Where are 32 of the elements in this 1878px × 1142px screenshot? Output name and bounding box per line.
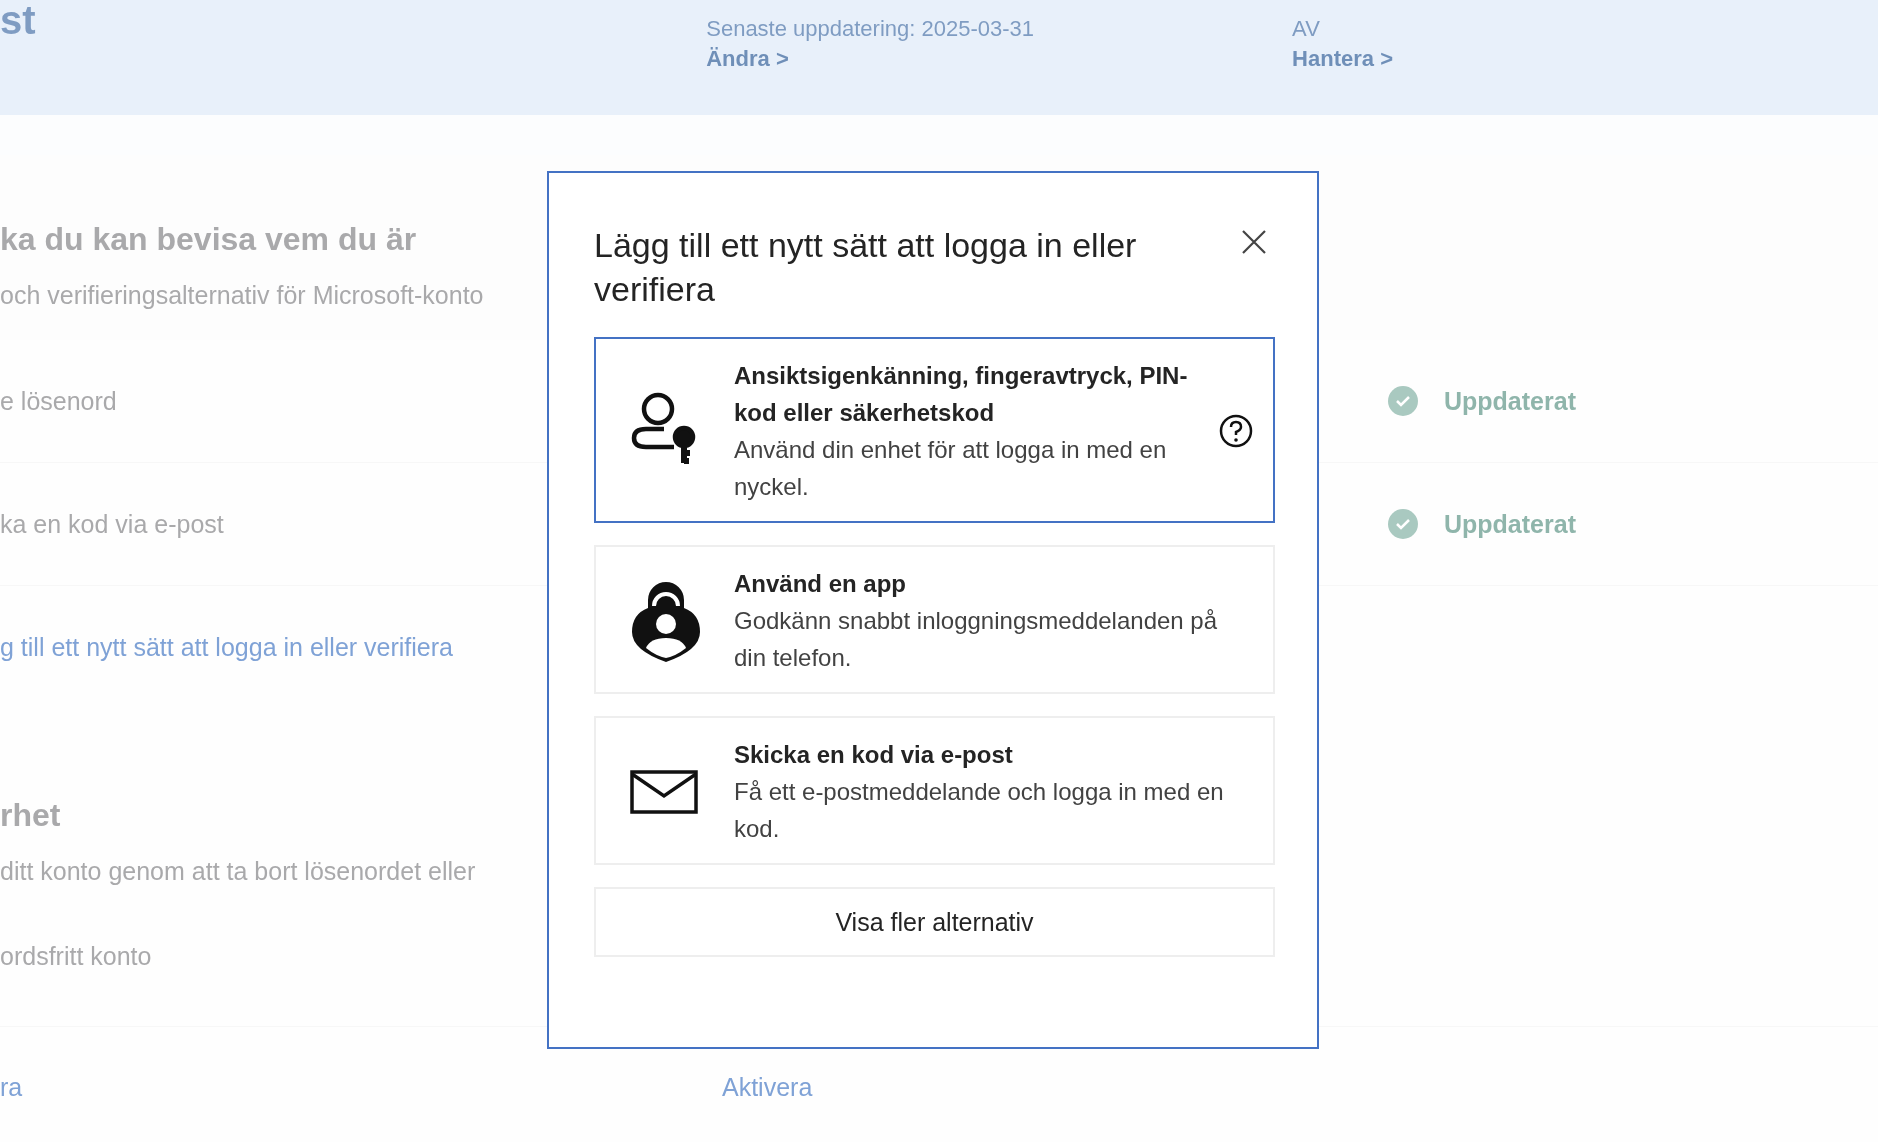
section-description: ditt konto genom att ta bort lösenordet eller: [0, 857, 476, 886]
option-title: Ansiktsigenkänning, fingeravtryck, PIN-kod eller säkerhetskod: [734, 361, 1189, 428]
add-method-link[interactable]: g till ett nytt sätt att logga in eller verifiera: [0, 632, 453, 662]
banner-text: AV: [1292, 15, 1320, 43]
option-title: Använd en app: [734, 569, 908, 599]
banner-link[interactable]: Ändra >: [706, 46, 789, 71]
section-description: och verifieringsalternativ för Microsoft-konto: [0, 281, 484, 310]
dialog-title: Lägg till ett nytt sätt att logga in eller verifiera: [594, 225, 1138, 310]
help-icon[interactable]: [1219, 414, 1253, 448]
check-icon: [1388, 509, 1418, 539]
status-text: Uppdaterat: [1444, 386, 1576, 416]
section-heading: rhet: [0, 796, 61, 835]
method-label: e lösenord: [0, 386, 117, 416]
option-description: Godkänn snabbt inloggningsmeddelanden på din telefon.: [734, 606, 1219, 673]
more-options-button[interactable]: Visa fler alternativ: [594, 887, 1275, 957]
option-description: Använd din enhet för att logga in med en nyckel.: [734, 435, 1168, 502]
activate-link[interactable]: ra: [0, 1072, 23, 1101]
page-title: st: [0, 0, 37, 44]
check-icon: [1388, 386, 1418, 416]
sign-in-option[interactable]: Skicka en kod via e-post Få ett e-postmeddelande och logga in med en kod.: [594, 716, 1275, 865]
activate-link[interactable]: Aktivera: [722, 1072, 813, 1101]
status-text: Uppdaterat: [1444, 509, 1576, 539]
sign-in-option[interactable]: Ansiktsigenkänning, fingeravtryck, PIN-kod eller säkerhetskod Använd din enhet för att logga in med en nyckel.: [594, 337, 1275, 523]
sign-in-option[interactable]: Använd en app Godkänn snabbt inloggningsmeddelanden på din telefon.: [594, 545, 1275, 694]
option-title: Skicka en kod via e-post: [734, 740, 1014, 770]
option-description: Få ett e-postmeddelande och logga in med en kod.: [734, 777, 1225, 844]
banner-text: Senaste uppdatering: 2025-03-31: [706, 15, 1035, 43]
method-label: ka en kod via e-post: [0, 509, 224, 539]
setting-label: ordsfritt konto: [0, 941, 152, 971]
section-heading: ka du kan bevisa vem du är: [0, 220, 417, 259]
banner-link[interactable]: Hantera >: [1292, 46, 1393, 71]
envelope-icon: [630, 769, 698, 814]
